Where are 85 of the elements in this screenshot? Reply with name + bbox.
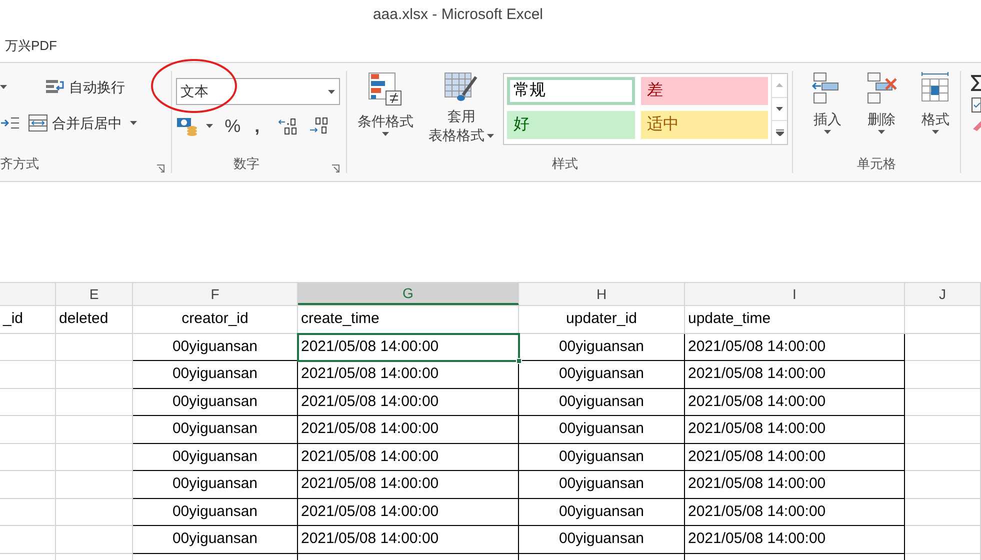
window-title: aaa.xlsx - Microsoft Excel [372, 4, 544, 25]
dropdown-caret-icon [382, 132, 389, 136]
table-cell: 2021/05/08 14:00:00 [685, 526, 905, 554]
cells-button[interactable]: 删除 [857, 71, 906, 154]
table-cell: 2021/05/08 14:00:00 [685, 444, 905, 471]
table-cell: updater_id [519, 306, 685, 334]
table-cell: 00yiguansan [133, 388, 298, 416]
table-cell: 00yiguansan [133, 416, 298, 444]
table-cell: 00yiguansan [133, 498, 298, 526]
group-label: 数字 [234, 154, 260, 172]
comma-style-button[interactable]: , [254, 112, 260, 140]
dropdown-caret-icon [487, 134, 494, 138]
table-cell: 2021/05/08 14:00:00 [685, 471, 905, 498]
sum-icon[interactable] [971, 75, 981, 91]
format-as-table-button[interactable]: 套用 表格格式 [423, 71, 500, 154]
table-cell: 2021/05/08 14:00:00 [298, 526, 519, 554]
table-cell: 00yiguansan [133, 471, 298, 498]
table-cell: creator_id [133, 306, 298, 334]
table-cell: 00yiguansan [519, 334, 685, 361]
dropdown-caret-icon [130, 121, 137, 125]
conditional-format-button[interactable]: 条件格式 [347, 71, 424, 154]
indent-icon[interactable] [0, 116, 20, 130]
table-cell: 00yiguansan [133, 526, 298, 554]
conditional-format-icon [367, 71, 404, 107]
table-cell: update_time [685, 306, 905, 334]
column-header[interactable]: H [519, 283, 685, 305]
dialog-launcher-icon[interactable] [156, 164, 165, 173]
dropdown-caret-icon [0, 85, 7, 89]
table-cell: 2021/05/08 14:00:00 [685, 498, 905, 526]
cells-button[interactable]: 格式 [911, 71, 960, 154]
expand-icon[interactable] [776, 129, 784, 136]
eraser-icon[interactable] [971, 119, 981, 131]
table-cell: 00yiguansan [133, 361, 298, 388]
column-header[interactable]: I [685, 283, 905, 305]
table-cell: 00yiguansan [519, 526, 685, 554]
cell-style-option[interactable]: 好 [507, 111, 635, 139]
table-cell: 00yiguansan [519, 498, 685, 526]
wrap-text-icon [45, 79, 65, 95]
table-cell: 2021/05/08 14:00:00 [685, 361, 905, 388]
column-header[interactable]: J [905, 283, 981, 305]
table-cell: 2021/05/08 14:00:00 [298, 471, 519, 498]
menu-tab[interactable]: 万兴PDF [5, 36, 57, 56]
cell-style-option[interactable]: 常规 [507, 77, 635, 105]
table-cell: _id [0, 306, 56, 334]
cell-style-option[interactable]: 差 [640, 77, 768, 105]
scroll-down-icon[interactable] [776, 107, 784, 111]
table-cell: 00yiguansan [519, 444, 685, 471]
table-cell: 2021/05/08 14:00:00 [685, 416, 905, 444]
table-cell: 00yiguansan [519, 361, 685, 388]
merge-cells-icon [28, 114, 48, 132]
dialog-launcher-icon[interactable] [331, 164, 340, 173]
column-header[interactable]: G [298, 283, 519, 305]
wrap-text-button[interactable]: 自动换行 [45, 76, 125, 98]
table-cell: 00yiguansan [133, 444, 298, 471]
percent-style-button[interactable]: % [224, 112, 241, 140]
fill-handle[interactable] [516, 358, 522, 364]
table-cell: 00yiguansan [133, 334, 298, 361]
table-cell: 00yiguansan [519, 416, 685, 444]
merge-center-button[interactable]: 合并后居中 [28, 112, 122, 134]
table-cell: deleted [56, 306, 133, 334]
dropdown-caret-icon [824, 130, 831, 134]
group-label: 样式 [552, 154, 578, 172]
currency-icon[interactable] [176, 116, 198, 136]
dropdown-caret-icon [328, 90, 336, 94]
table-cell: 00yiguansan [519, 388, 685, 416]
decrease-decimal-icon[interactable] [308, 117, 330, 135]
group-label: 单元格 [857, 154, 896, 172]
table-cell: 2021/05/08 14:00:00 [298, 416, 519, 444]
table-cell: 2021/05/08 14:00:00 [298, 334, 519, 361]
column-header[interactable]: E [56, 283, 133, 305]
table-cell: 2021/05/08 14:00:00 [298, 361, 519, 388]
table-cell: 2021/05/08 14:00:00 [298, 444, 519, 471]
cell-style-option[interactable]: 适中 [640, 111, 768, 139]
dropdown-caret-icon [206, 124, 213, 128]
dropdown-caret-icon [878, 130, 885, 134]
table-cell: create_time [298, 306, 519, 334]
table-cell: 2021/05/08 14:00:00 [685, 388, 905, 416]
table-cell: 2021/05/08 14:00:00 [298, 498, 519, 526]
group-label: 齐方式 [0, 154, 39, 172]
table-cell: 2021/05/08 14:00:00 [298, 388, 519, 416]
table-cell: 2021/05/08 14:00:00 [685, 334, 905, 361]
table-cell: 00yiguansan [519, 471, 685, 498]
dropdown-caret-icon [932, 130, 939, 134]
number-format-dropdown[interactable]: 文本 [176, 78, 340, 105]
cells-button[interactable]: 插入 [803, 71, 852, 154]
